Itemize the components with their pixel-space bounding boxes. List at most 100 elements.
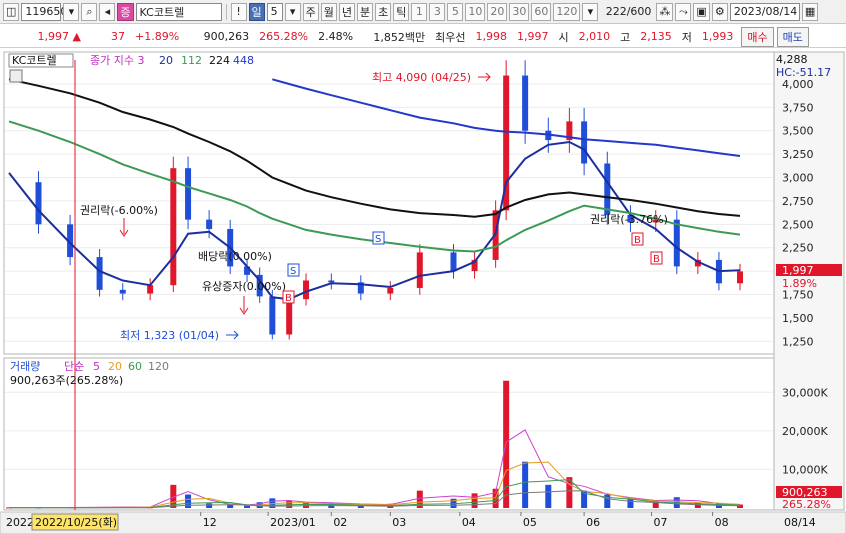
calendar-icon[interactable]: ▦	[801, 2, 819, 21]
candle-body	[303, 280, 310, 300]
best-quote-label: 최우선	[435, 30, 466, 44]
candle-body	[206, 219, 213, 230]
interval-10-button[interactable]: 10	[465, 2, 486, 21]
sound-icon[interactable]: ◂	[99, 2, 116, 21]
bar-count-total: /600	[626, 5, 652, 18]
x-axis-tick-label: 03	[392, 516, 406, 529]
multiplier-dropdown-icon[interactable]: ▾	[284, 2, 301, 21]
volume-bar	[522, 461, 529, 508]
period-minute-button[interactable]: 분	[357, 2, 374, 21]
price-panel	[3, 51, 775, 355]
price-axis-tick: 2,750	[782, 195, 814, 208]
high-annotation: 최고 4,090 (04/25)	[372, 71, 471, 84]
top-price-label: 4,288	[776, 53, 808, 66]
price-axis-tick: 3,750	[782, 101, 814, 114]
interval-30-button[interactable]: 30	[509, 2, 530, 21]
high-price: 2,135	[640, 30, 672, 43]
window-icon[interactable]: ◫	[3, 2, 20, 21]
candle-body	[604, 163, 611, 215]
sell-button[interactable]: 매도	[776, 26, 809, 47]
x-axis-tick-label: 06	[586, 516, 600, 529]
low-price: 1,993	[701, 30, 734, 43]
legend-name: KC코트렐	[12, 54, 57, 67]
grid-settings-icon[interactable]: ⁂	[656, 2, 674, 21]
interval-20-button[interactable]: 20	[487, 2, 508, 21]
x-axis-tick-label: 02	[333, 516, 347, 529]
toolbar-divider	[225, 3, 227, 20]
x-axis-year-label: 2022	[6, 516, 34, 529]
candle-body	[522, 75, 529, 131]
code-dropdown-icon[interactable]: ▾	[63, 2, 80, 21]
open-price: 2,010	[578, 30, 611, 43]
legend-ma-20: 20	[159, 54, 173, 67]
toolbar: ◫ 119650 ▾ ⌕ ◂ 증 KC코트렐 ! 일 5 ▾ 주 월 년 분 초…	[0, 0, 846, 24]
volume-axis-tick: 30,000K	[782, 386, 828, 399]
volume-bar	[227, 504, 234, 508]
buy-button[interactable]: 매수	[741, 26, 774, 47]
x-axis-tick-label: 2023/01	[270, 516, 316, 529]
legend-ma-224: 224	[209, 54, 230, 67]
search-icon[interactable]: ⌕	[81, 2, 98, 21]
volume-legend-ma-title: 단순	[64, 360, 84, 373]
high-label: 고	[620, 30, 631, 44]
buy-signal-label: B	[653, 254, 660, 265]
x-axis-tick-label: 05	[523, 516, 537, 529]
interval-120-button[interactable]: 120	[553, 2, 581, 21]
alert-button[interactable]: !	[230, 2, 247, 21]
volume-legend-ma-120: 120	[148, 360, 169, 373]
bar-count-value: 222	[605, 5, 627, 18]
price-axis-tick: 1,250	[782, 335, 814, 348]
stock-code-input[interactable]: 119650	[21, 2, 67, 21]
gear-icon[interactable]: ⚙	[711, 2, 728, 21]
x-axis-tick-label: 04	[462, 516, 476, 529]
candle-body	[673, 219, 680, 267]
interval-3-button[interactable]: 3	[429, 2, 446, 21]
volume-bar	[471, 493, 478, 508]
legend-ma-448: 448	[233, 54, 254, 67]
last-price-tag-text: 1,997	[782, 264, 814, 277]
volume-axis-tick: 10,000K	[782, 463, 828, 476]
current-price: 1,997 ▲	[0, 30, 86, 43]
interval-1-button[interactable]: 1	[411, 2, 428, 21]
open-label: 시	[558, 30, 569, 44]
period-multiplier-input[interactable]: 5	[266, 2, 283, 21]
period-year-button[interactable]: 년	[338, 2, 356, 21]
period-tick-button[interactable]: 틱	[393, 2, 410, 21]
stock-chart[interactable]: 1,2501,5001,7502,0002,2502,5002,7503,000…	[0, 50, 846, 534]
interval-60-button[interactable]: 60	[531, 2, 552, 21]
interval-5-button[interactable]: 5	[447, 2, 464, 21]
ex-dividend-annotation: 배당락(0.00%)	[198, 250, 272, 263]
volume-legend-title: 거래량	[10, 360, 40, 373]
interval-dropdown-icon[interactable]: ▾	[582, 2, 599, 21]
last-pct-tag: 1.89%	[782, 277, 817, 290]
link-icon[interactable]: ⤳	[675, 2, 692, 21]
candle-body	[450, 252, 457, 272]
grid-toggle-icon[interactable]	[9, 69, 23, 83]
x-axis-tick-label: 08	[715, 516, 729, 529]
best-bid: 1,997	[516, 30, 549, 43]
ex-rights-annotation: 권리락(-6.00%)	[80, 204, 158, 217]
sell-signal-label: S	[290, 266, 296, 277]
candle-body	[737, 271, 743, 284]
volume-legend-ma-60: 60	[128, 360, 142, 373]
price-axis-tick: 1,750	[782, 289, 814, 302]
low-annotation: 최저 1,323 (01/04)	[120, 329, 219, 342]
candle-body	[147, 285, 154, 294]
hc-label: HC:-51.17	[776, 66, 831, 79]
date-input[interactable]: 2023/08/14	[729, 2, 800, 21]
price-axis-tick: 1,500	[782, 312, 814, 325]
save-icon[interactable]: ▣	[693, 2, 710, 21]
period-month-button[interactable]: 월	[320, 2, 337, 21]
period-second-button[interactable]: 초	[375, 2, 392, 21]
legend-ma-title: 종가 지수 3	[90, 54, 144, 67]
rights-offering-annotation: 유상증자(0.00%)	[202, 280, 286, 293]
volume-bar	[185, 494, 192, 508]
price-axis-tick: 2,250	[782, 242, 814, 255]
candle-body	[119, 289, 126, 294]
period-daily-button[interactable]: 일	[248, 2, 265, 21]
stock-name-input[interactable]: KC코트렐	[135, 2, 222, 21]
bar-count-input[interactable]: 222/600	[600, 3, 654, 21]
volume-bar	[545, 484, 552, 508]
up-arrow-icon: ▲	[72, 30, 81, 43]
period-week-button[interactable]: 주	[302, 2, 319, 21]
